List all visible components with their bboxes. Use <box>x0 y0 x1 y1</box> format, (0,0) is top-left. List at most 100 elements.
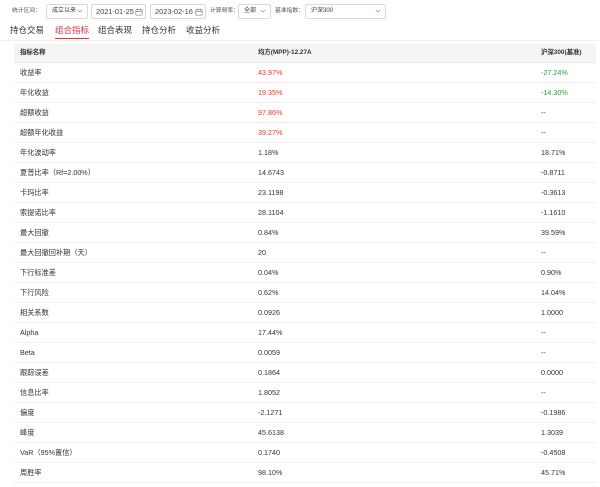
period-select[interactable]: 成立以来 <box>46 4 88 19</box>
table-row: 超额收益 97.86% -- <box>14 103 596 123</box>
fund-value-cell: 23.1198 <box>258 188 284 197</box>
table-row: 相关系数 0.0926 1.0000 <box>14 303 596 323</box>
metric-name-cell: 年化收益 <box>20 88 49 97</box>
table-row: VaR（95%置信） 0.1740 -0.4508 <box>14 443 596 463</box>
metric-name-cell: Beta <box>20 348 35 357</box>
metric-name-cell: VaR（95%置信） <box>20 448 77 457</box>
table-row: 周胜率 98.10% 45.71% <box>14 463 596 483</box>
table-row: 年化收益 19.35% -14.30% <box>14 83 596 103</box>
tab-divider <box>0 40 600 41</box>
fund-value-cell: 17.44% <box>258 328 283 337</box>
end-date-value: 2023-02-16 <box>155 7 193 16</box>
benchmark-select-value: 沪深300 <box>311 8 334 14</box>
fund-value-cell: 28.1104 <box>258 208 284 217</box>
fund-value-cell: 43.97% <box>258 68 283 77</box>
calendar-icon[interactable] <box>195 8 203 16</box>
metric-name-cell: 峰度 <box>20 428 35 437</box>
header-fund: 均方(MPP)-12.27A <box>258 49 312 56</box>
metric-name-cell: 最大回撤 <box>20 228 49 237</box>
fund-value-cell: 39.27% <box>258 128 283 137</box>
fund-value-cell: 0.0059 <box>258 348 280 357</box>
metric-name-cell: 卡玛比率 <box>20 188 49 197</box>
table-row: 收益率 43.97% -27.24% <box>14 63 596 83</box>
metric-name-cell: 索提诺比率 <box>20 208 56 217</box>
table-row: Beta 0.0059 -- <box>14 343 596 363</box>
table-row: Alpha 17.44% -- <box>14 323 596 343</box>
calendar-icon[interactable] <box>135 8 143 16</box>
metric-name-cell: 下行风险 <box>20 288 49 297</box>
metric-name-cell: 信息比率 <box>20 388 49 397</box>
table-row: 索提诺比率 28.1104 -1.1610 <box>14 203 596 223</box>
benchmark-value-cell: 0.0000 <box>541 368 563 377</box>
metric-name-cell: 相关系数 <box>20 308 49 317</box>
metric-name-cell: 夏普比率（Rf=2.00%） <box>20 168 95 177</box>
benchmark-value-cell: -- <box>541 328 546 337</box>
start-date-input[interactable]: 2021-01-25 <box>91 4 146 19</box>
benchmark-value-cell: -0.4508 <box>541 448 566 457</box>
fund-value-cell: 0.0926 <box>258 308 280 317</box>
fund-value-cell: 1.8052 <box>258 388 280 397</box>
tab-holdings-trades[interactable]: 持仓交易 <box>10 25 44 36</box>
fund-value-cell: 0.1864 <box>258 368 280 377</box>
table-row: 偏度 -2.1271 -0.1986 <box>14 403 596 423</box>
fund-value-cell: 98.10% <box>258 468 283 477</box>
fund-value-cell: 1.18% <box>258 148 279 157</box>
benchmark-value-cell: 18.71% <box>541 148 566 157</box>
table-row: 峰度 45.6138 1.3039 <box>14 423 596 443</box>
table-row: 年化波动率 1.18% 18.71% <box>14 143 596 163</box>
start-date-value: 2021-01-25 <box>96 7 134 16</box>
fund-value-cell: -2.1271 <box>258 408 283 417</box>
table-row: 卡玛比率 23.1198 -0.3613 <box>14 183 596 203</box>
freq-select[interactable]: 全部 <box>238 4 271 19</box>
benchmark-value-cell: 39.59% <box>541 228 566 237</box>
metric-name-cell: 超额收益 <box>20 108 49 117</box>
metric-name-cell: 下行标准差 <box>20 268 56 277</box>
benchmark-value-cell: 14.04% <box>541 288 566 297</box>
fund-value-cell: 97.86% <box>258 108 283 117</box>
table-row: 最大回撤回补期（天） 20 -- <box>14 243 596 263</box>
benchmark-value-cell: -14.30% <box>541 88 568 97</box>
end-date-input[interactable]: 2023-02-16 <box>150 4 206 19</box>
benchmark-value-cell: -0.8711 <box>541 168 565 177</box>
benchmark-value-cell: 0.90% <box>541 268 562 277</box>
benchmark-value-cell: -- <box>541 348 546 357</box>
table-row: 下行风险 0.62% 14.04% <box>14 283 596 303</box>
benchmark-select[interactable]: 沪深300 <box>305 4 386 19</box>
fund-value-cell: 19.35% <box>258 88 283 97</box>
benchmark-value-cell: 1.0000 <box>541 308 563 317</box>
table-row: 下行标准差 0.04% 0.90% <box>14 263 596 283</box>
header-metric-name: 指标名称 <box>20 49 46 56</box>
fund-value-cell: 20 <box>258 248 266 257</box>
table-row: 最大回撤 0.84% 39.59% <box>14 223 596 243</box>
benchmark-value-cell: 45.71% <box>541 468 566 477</box>
tab-return-analysis[interactable]: 收益分析 <box>186 25 220 36</box>
tab-holdings-analysis[interactable]: 持仓分析 <box>142 25 176 36</box>
benchmark-label: 基准指数： <box>275 8 304 14</box>
tab-portfolio-performance[interactable]: 组合表现 <box>98 25 132 36</box>
fund-value-cell: 14.6743 <box>258 168 284 177</box>
metric-name-cell: 偏度 <box>20 408 35 417</box>
benchmark-value-cell: -0.3613 <box>541 188 566 197</box>
table-row: 跟踪误差 0.1864 0.0000 <box>14 363 596 383</box>
table-header: 指标名称 均方(MPP)-12.27A 沪深300(基准) <box>14 44 596 63</box>
period-label: 统计区间： <box>12 8 41 14</box>
table-body: 收益率 43.97% -27.24% 年化收益 19.35% -14.30% 超额收益 97.… <box>14 63 596 483</box>
benchmark-value-cell: -- <box>541 108 546 117</box>
benchmark-value-cell: 1.3039 <box>541 428 563 437</box>
chevron-down-icon <box>260 9 266 13</box>
table-row: 信息比率 1.8052 -- <box>14 383 596 403</box>
metric-name-cell: Alpha <box>20 328 39 337</box>
benchmark-value-cell: -1.1610 <box>541 208 566 217</box>
metric-name-cell: 年化波动率 <box>20 148 56 157</box>
fund-value-cell: 0.62% <box>258 288 279 297</box>
benchmark-value-cell: -0.1986 <box>541 408 566 417</box>
tab-portfolio-metrics[interactable]: 组合指标 <box>55 25 90 39</box>
metrics-table: 指标名称 均方(MPP)-12.27A 沪深300(基准) 收益率 43.97% -… <box>14 44 596 483</box>
fund-value-cell: 45.6138 <box>258 428 284 437</box>
fund-value-cell: 0.1740 <box>258 448 280 457</box>
chevron-down-icon <box>77 9 83 13</box>
metric-name-cell: 最大回撤回补期（天） <box>20 248 92 257</box>
filter-bar: 统计区间： 成立以来 2021-01-25 2023-02-16 计算频率： 全… <box>0 0 600 22</box>
fund-value-cell: 0.04% <box>258 268 279 277</box>
metric-name-cell: 收益率 <box>20 68 42 77</box>
